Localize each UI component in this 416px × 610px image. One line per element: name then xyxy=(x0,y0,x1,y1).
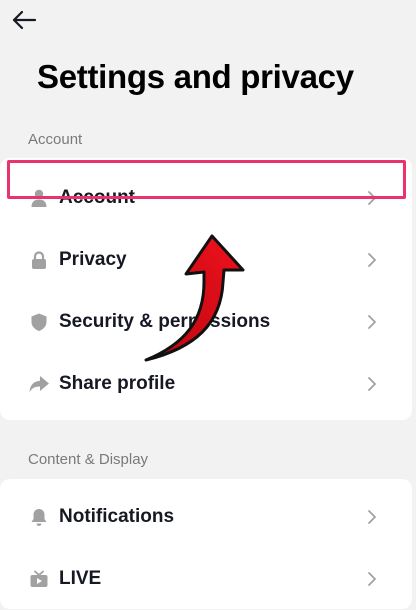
account-settings-card: Account Privacy Security & permissions S… xyxy=(0,158,412,420)
settings-item-label: Share profile xyxy=(59,373,176,394)
settings-item-label: LIVE xyxy=(59,568,102,589)
settings-item-share-profile[interactable]: Share profile xyxy=(0,353,412,415)
settings-item-live[interactable]: LIVE xyxy=(0,548,412,610)
settings-item-notifications[interactable]: Notifications xyxy=(0,486,412,548)
settings-item-account[interactable]: Account xyxy=(0,167,412,229)
settings-item-security-permissions[interactable]: Security & permissions xyxy=(0,291,412,353)
chevron-right-icon xyxy=(368,377,376,391)
content-display-card: Notifications LIVE xyxy=(0,479,412,609)
back-button[interactable] xyxy=(9,7,39,33)
arrow-left-icon xyxy=(12,10,37,30)
settings-item-label: Privacy xyxy=(59,249,127,270)
chevron-right-icon xyxy=(368,315,376,329)
settings-item-label: Account xyxy=(59,187,135,208)
chevron-right-icon xyxy=(368,253,376,267)
person-icon xyxy=(28,187,50,209)
chevron-right-icon xyxy=(368,572,376,586)
chevron-right-icon xyxy=(368,510,376,524)
settings-item-label: Notifications xyxy=(59,506,175,527)
chevron-right-icon xyxy=(368,191,376,205)
tv-icon xyxy=(28,568,50,590)
section-label-content-display: Content & Display xyxy=(28,451,149,468)
section-label-account: Account xyxy=(28,131,83,148)
lock-icon xyxy=(28,249,50,271)
shield-icon xyxy=(28,311,50,333)
page-title: Settings and privacy xyxy=(37,58,354,95)
bell-icon xyxy=(28,506,50,528)
settings-item-privacy[interactable]: Privacy xyxy=(0,229,412,291)
settings-item-label: Security & permissions xyxy=(59,311,271,332)
share-icon xyxy=(28,373,50,395)
